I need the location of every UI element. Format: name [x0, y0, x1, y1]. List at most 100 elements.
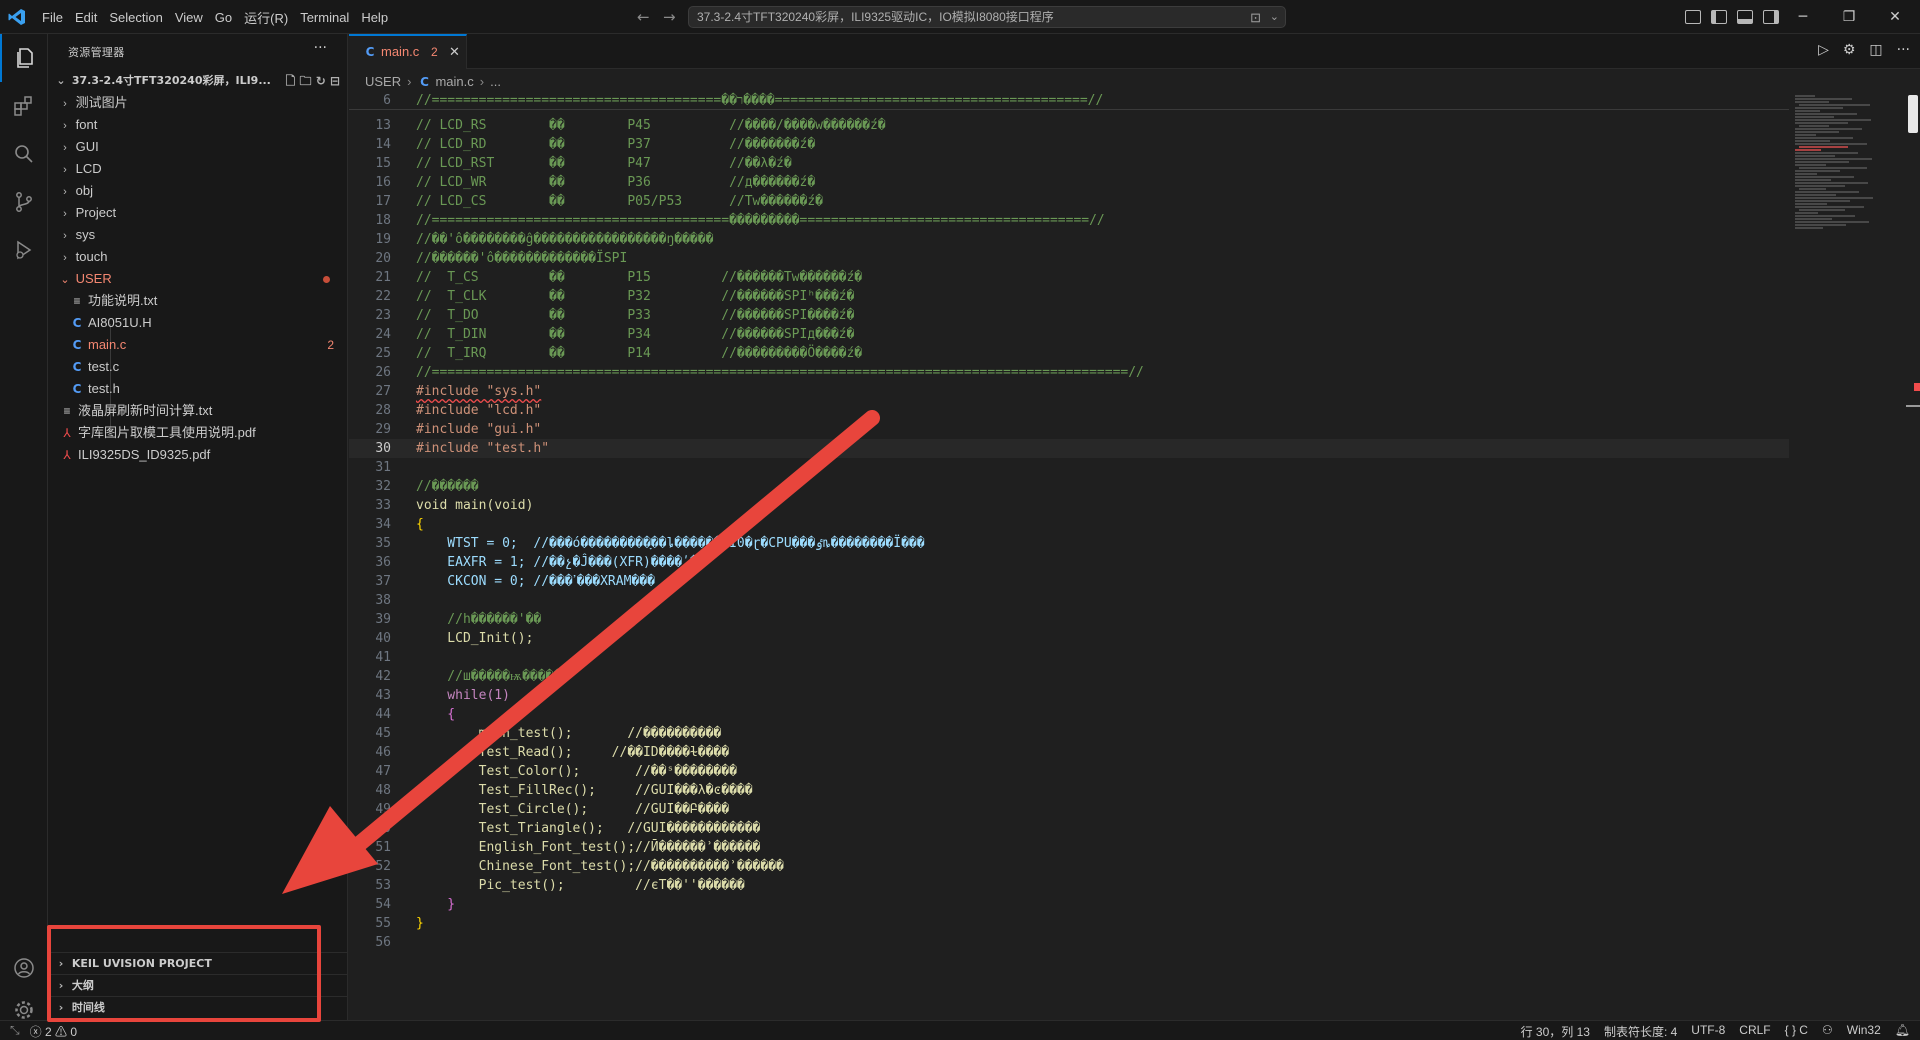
code-line[interactable]: 41: [349, 648, 1789, 667]
more-actions-icon[interactable]: ···: [1897, 42, 1910, 58]
code-line[interactable]: 47 Test_Color(); //��ˢ��������: [349, 762, 1789, 781]
menu-selection[interactable]: Selection: [109, 10, 170, 25]
code-line[interactable]: 27 #include "sys.h": [349, 382, 1789, 401]
copilot-icon[interactable]: ⚇: [1822, 1023, 1833, 1040]
code-line[interactable]: 30 #include "test.h": [349, 439, 1789, 458]
breadcrumb-symbol[interactable]: ...: [490, 74, 501, 89]
restore-icon[interactable]: ❐: [1826, 9, 1872, 25]
platform[interactable]: Win32: [1847, 1023, 1881, 1040]
code-line[interactable]: 31: [349, 458, 1789, 477]
code-line[interactable]: 42 //ш�����ѭ������: [349, 667, 1789, 686]
code-editor[interactable]: 6 //=====================================…: [349, 91, 1789, 991]
end-of-line[interactable]: CRLF: [1739, 1023, 1770, 1040]
folder-item[interactable]: › LCD: [48, 158, 348, 180]
tab-size[interactable]: 制表符长度: 4: [1604, 1023, 1677, 1040]
tab-main-c[interactable]: Cmain.c 2 ✕: [349, 34, 467, 69]
source-control-icon[interactable]: [0, 178, 48, 226]
code-line[interactable]: 29 #include "gui.h": [349, 420, 1789, 439]
folder-item[interactable]: › 测试图片: [48, 92, 348, 114]
code-line[interactable]: 37 CKCON = 0; //���ߴ���XRAM���: [349, 572, 1789, 591]
menu-edit[interactable]: Edit: [75, 10, 105, 25]
code-line[interactable]: 55}: [349, 914, 1789, 933]
scrollbar-thumb[interactable]: [1908, 95, 1918, 133]
folder-item[interactable]: › GUI: [48, 136, 348, 158]
run-icon[interactable]: ▷: [1818, 42, 1829, 58]
file-item[interactable]: Ctest.c: [48, 356, 348, 378]
problems-indicator[interactable]: ⓧ 2 ⚠ 0: [30, 1023, 77, 1040]
code-line[interactable]: 25 // T_IRQ �� P14 //���������Ö����ź�: [349, 344, 1789, 363]
code-line[interactable]: 16 // LCD_WR �� P36 //д������ź�: [349, 173, 1789, 192]
file-item[interactable]: ⅄ ILI9325DS_ID9325.pdf: [48, 444, 348, 466]
file-item[interactable]: ≡ 液晶屏刷新时间计算.txt: [48, 400, 348, 422]
notifications-bell-icon[interactable]: 🔔︎: [1895, 1023, 1910, 1040]
code-line[interactable]: 49 Test_Circle(); //GUI��Բ����: [349, 800, 1789, 819]
code-line[interactable]: 36 EAXFR = 1; //��չ�Ĵ���(XFR)����ʹ��: [349, 553, 1789, 572]
close-icon[interactable]: ✕: [449, 36, 460, 68]
toggle-secondary-sidebar-icon[interactable]: [1763, 10, 1779, 24]
toggle-primary-sidebar-icon[interactable]: [1711, 10, 1727, 24]
code-line[interactable]: 51 English_Font_test();//Ӣ������ʾ������: [349, 838, 1789, 857]
file-item[interactable]: ≡ 功能说明.txt: [48, 290, 348, 312]
forward-arrow-icon[interactable]: →: [663, 8, 676, 26]
code-line[interactable]: 40 LCD_Init();: [349, 629, 1789, 648]
copilot-chat-icon[interactable]: ⊡: [1250, 8, 1261, 28]
account-icon[interactable]: [0, 944, 48, 992]
code-line[interactable]: 21 // T_CS �� P15 //������Tw������ź�: [349, 268, 1789, 287]
remote-icon[interactable]: ⤡: [10, 1023, 20, 1040]
folder-item[interactable]: › obj: [48, 180, 348, 202]
folder-item[interactable]: › Project: [48, 202, 348, 224]
file-item[interactable]: C AI8051U.H: [48, 312, 348, 334]
code-line[interactable]: 26 //====================================…: [349, 363, 1789, 382]
back-arrow-icon[interactable]: ←: [637, 8, 650, 26]
search-icon[interactable]: [0, 130, 48, 178]
cursor-position[interactable]: 行 30，列 13: [1521, 1023, 1590, 1040]
code-line[interactable]: 14 // LCD_RD �� P37 //�������ź�: [349, 135, 1789, 154]
code-line[interactable]: 46 Test_Read(); //��ID����ɫ����: [349, 743, 1789, 762]
code-line[interactable]: 17 // LCD_CS �� P05/P53 //Tw������ź�: [349, 192, 1789, 211]
code-line[interactable]: 35 WTST = 0; //���ó���������ָ��ȴ�������Ï…: [349, 534, 1789, 553]
code-line[interactable]: 48 Test_FillRec(); //GUI���λ�ͼ����: [349, 781, 1789, 800]
code-line[interactable]: 19 //��'ô��������ĝ�����������������ŋ�����: [349, 230, 1789, 249]
code-line[interactable]: 38: [349, 591, 1789, 610]
code-line[interactable]: 34 {: [349, 515, 1789, 534]
vertical-scrollbar[interactable]: [1906, 91, 1920, 1020]
explorer-icon[interactable]: [0, 34, 48, 82]
code-line[interactable]: 39 //h������'��: [349, 610, 1789, 629]
more-actions-icon[interactable]: ···: [314, 40, 327, 56]
menu-help[interactable]: Help: [361, 10, 396, 25]
code-line[interactable]: 45 main_test(); //����������: [349, 724, 1789, 743]
breadcrumb-file[interactable]: main.c: [435, 74, 473, 89]
extensions-icon[interactable]: [0, 82, 48, 130]
code-line[interactable]: 56: [349, 933, 1789, 952]
folder-item[interactable]: › font: [48, 114, 348, 136]
menu-run[interactable]: 运行(R): [244, 8, 296, 27]
file-item-main-c[interactable]: Cmain.c 2: [48, 334, 348, 356]
code-line[interactable]: 28 #include "lcd.h": [349, 401, 1789, 420]
breadcrumb-folder[interactable]: USER: [365, 74, 401, 89]
code-line[interactable]: 20 //������'ô�������������ÏSPI: [349, 249, 1789, 268]
menu-terminal[interactable]: Terminal: [300, 10, 357, 25]
command-center-search[interactable]: 37.3-2.4寸TFT320240彩屏，ILI9325驱动IC，IO模拟I80…: [688, 6, 1286, 28]
code-line[interactable]: 50 Test_Triangle(); //GUI������������: [349, 819, 1789, 838]
code-line[interactable]: 13 // LCD_RS �� P45 //����/����w������ź�: [349, 116, 1789, 135]
toggle-panel-icon[interactable]: [1737, 10, 1753, 24]
run-debug-icon[interactable]: [0, 226, 48, 274]
code-line[interactable]: 53 Pic_test(); //єT��''������: [349, 876, 1789, 895]
folder-item-user[interactable]: ⌄ USER: [48, 268, 348, 290]
code-line[interactable]: 22 // T_CLK �� P32 //������SPIʰ���ź�: [349, 287, 1789, 306]
folder-item[interactable]: › sys: [48, 224, 348, 246]
menu-go[interactable]: Go: [215, 10, 240, 25]
minimap[interactable]: [1793, 91, 1893, 231]
menu-file[interactable]: File: [42, 10, 71, 25]
code-line[interactable]: 43 while(1): [349, 686, 1789, 705]
code-line[interactable]: 33 void main(void): [349, 496, 1789, 515]
refresh-icon[interactable]: ↻: [316, 74, 326, 88]
code-line[interactable]: 18 //====================================…: [349, 211, 1789, 230]
chevron-down-icon[interactable]: ⌄: [1270, 7, 1279, 27]
split-editor-icon[interactable]: ◫: [1869, 42, 1882, 58]
menu-view[interactable]: View: [175, 10, 211, 25]
language-mode[interactable]: { } C: [1785, 1023, 1808, 1040]
code-line[interactable]: 54 }: [349, 895, 1789, 914]
file-item[interactable]: ⅄ 字库图片取模工具使用说明.pdf: [48, 422, 348, 444]
file-encoding[interactable]: UTF-8: [1691, 1023, 1725, 1040]
